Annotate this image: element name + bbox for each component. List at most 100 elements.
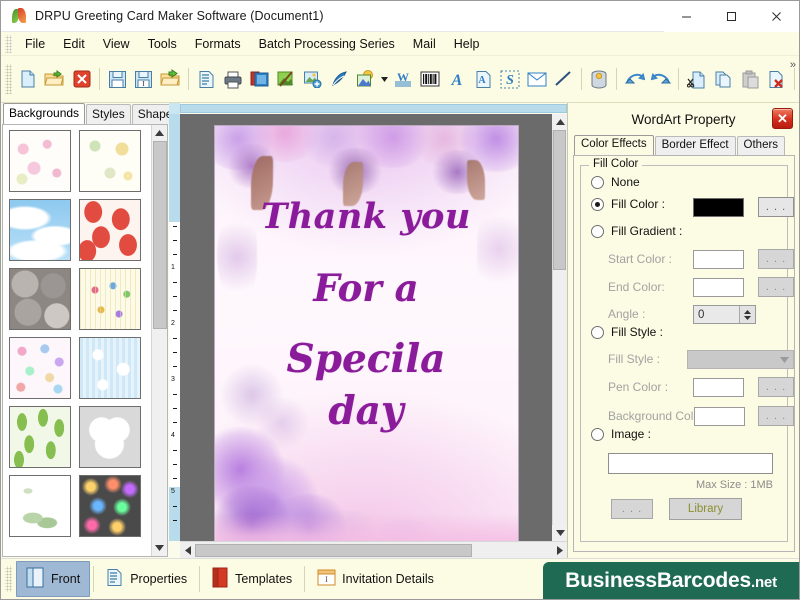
option-fill-gradient-row[interactable]: Fill Gradient :	[581, 224, 787, 238]
close-document-icon[interactable]	[68, 64, 95, 94]
insert-image-icon[interactable]	[299, 64, 326, 94]
text-tool-icon[interactable]: A	[443, 64, 470, 94]
background-baby-yellow-doodles[interactable]	[79, 130, 141, 192]
menu-help[interactable]: Help	[445, 34, 489, 54]
menu-formats[interactable]: Formats	[186, 34, 250, 54]
fill-color-swatch[interactable]	[693, 198, 744, 217]
menu-mail[interactable]: Mail	[404, 34, 445, 54]
text-file-icon[interactable]: A	[470, 64, 497, 94]
undo-icon[interactable]	[621, 64, 648, 94]
option-none-row[interactable]: None	[581, 175, 787, 189]
background-white-heart-flowers[interactable]	[79, 406, 141, 468]
canvas-hscroll-track[interactable]	[195, 543, 552, 558]
card-line-3[interactable]: Specila	[215, 336, 518, 382]
canvas-scroll-up-icon[interactable]	[552, 114, 568, 130]
canvas-scroll-thumb[interactable]	[553, 130, 566, 270]
background-strawberries[interactable]	[79, 199, 141, 261]
background-green-pine-trees[interactable]	[9, 406, 71, 468]
greeting-card[interactable]: Thank you For a Specila day	[214, 125, 519, 541]
save-as-icon[interactable]: I	[130, 64, 157, 94]
email-icon[interactable]	[523, 64, 550, 94]
scroll-thumb[interactable]	[153, 141, 167, 329]
minimize-button[interactable]	[664, 1, 709, 32]
option-fill-color-row[interactable]: Fill Color :	[581, 197, 787, 211]
cut-icon[interactable]	[683, 64, 710, 94]
radio-fill-color[interactable]	[591, 198, 604, 211]
card-layers-icon[interactable]	[246, 64, 273, 94]
footer-button-front[interactable]: Front	[16, 561, 90, 597]
fill-color-browse-button[interactable]: . . .	[758, 197, 794, 217]
card-line-2[interactable]: For a	[215, 266, 518, 310]
tab-others[interactable]: Others	[737, 136, 786, 155]
wordart-icon[interactable]: S	[497, 64, 524, 94]
print-icon[interactable]	[219, 64, 246, 94]
menu-file[interactable]: File	[16, 34, 54, 54]
save-icon[interactable]	[104, 64, 131, 94]
menu-drag-handle[interactable]	[5, 35, 12, 53]
shape-fill-icon[interactable]	[353, 64, 380, 94]
maximize-button[interactable]	[709, 1, 754, 32]
background-dark-fireworks[interactable]	[79, 475, 141, 537]
redo-icon[interactable]	[648, 64, 675, 94]
background-blue-clouds[interactable]	[9, 199, 71, 261]
menu-view[interactable]: View	[94, 34, 139, 54]
scroll-up-icon[interactable]	[152, 125, 168, 141]
canvas-horizontal-scrollbar[interactable]	[180, 541, 567, 558]
canvas-scroll-track[interactable]	[552, 130, 568, 525]
new-document-icon[interactable]	[15, 64, 42, 94]
export-folder-icon[interactable]	[157, 64, 184, 94]
image-browse-button[interactable]: . . .	[611, 499, 653, 519]
background-pastel-flowers[interactable]	[9, 337, 71, 399]
canvas-scroll-right-icon[interactable]	[552, 543, 567, 558]
menu-tools[interactable]: Tools	[139, 34, 186, 54]
scroll-down-icon[interactable]	[152, 540, 168, 556]
menu-edit[interactable]: Edit	[54, 34, 94, 54]
close-button[interactable]	[754, 1, 799, 32]
line-tool-icon[interactable]	[550, 64, 577, 94]
page-setup-icon[interactable]	[193, 64, 220, 94]
watermark-icon[interactable]: W	[390, 64, 417, 94]
toolbar-overflow-button[interactable]: »	[790, 59, 796, 71]
close-icon[interactable]: ✕	[772, 108, 793, 129]
canvas-hscroll-thumb[interactable]	[195, 544, 472, 557]
card-line-4[interactable]: day	[215, 388, 518, 434]
barcode-icon[interactable]	[417, 64, 444, 94]
paste-icon[interactable]	[737, 64, 764, 94]
image-path-input[interactable]	[608, 453, 773, 474]
scroll-track[interactable]	[152, 141, 168, 540]
card-line-1[interactable]: Thank you	[215, 196, 518, 237]
pen-tool-icon[interactable]	[326, 64, 353, 94]
background-blue-snowflakes[interactable]	[79, 337, 141, 399]
footer-button-properties[interactable]: Properties	[97, 563, 196, 595]
background-white-leaves[interactable]	[9, 475, 71, 537]
chevron-down-icon[interactable]	[379, 64, 390, 94]
footer-drag-handle[interactable]	[5, 566, 12, 592]
background-grey-stones[interactable]	[9, 268, 71, 330]
image-library-button[interactable]: Library	[669, 498, 742, 520]
design-view-icon[interactable]	[273, 64, 300, 94]
footer-button-invitation-details[interactable]: I Invitation Details	[308, 564, 443, 595]
option-fill-style-row[interactable]: Fill Style :	[581, 325, 787, 339]
tab-color-effects[interactable]: Color Effects	[574, 135, 654, 155]
database-icon[interactable]	[586, 64, 613, 94]
open-folder-icon[interactable]	[42, 64, 69, 94]
radio-fill-style[interactable]	[591, 326, 604, 339]
delete-icon[interactable]	[763, 64, 790, 94]
radio-fill-gradient[interactable]	[591, 225, 604, 238]
tab-backgrounds[interactable]: Backgrounds	[3, 103, 85, 124]
background-baby-pink-doodles[interactable]	[9, 130, 71, 192]
copy-icon[interactable]	[710, 64, 737, 94]
toolbar-drag-handle[interactable]	[5, 64, 12, 94]
canvas-scroll-left-icon[interactable]	[180, 543, 195, 558]
backgrounds-scrollbar[interactable]	[151, 125, 167, 556]
option-image-row[interactable]: Image :	[581, 427, 787, 441]
canvas-scroll-down-icon[interactable]	[552, 525, 568, 541]
canvas-vertical-scrollbar[interactable]	[552, 114, 567, 541]
design-canvas[interactable]: Thank you For a Specila day	[180, 114, 552, 541]
tab-styles[interactable]: Styles	[86, 104, 131, 124]
radio-none[interactable]	[591, 176, 604, 189]
footer-button-templates[interactable]: Templates	[203, 562, 301, 596]
menu-batch-processing-series[interactable]: Batch Processing Series	[250, 34, 404, 54]
radio-image[interactable]	[591, 428, 604, 441]
tab-border-effect[interactable]: Border Effect	[655, 136, 736, 155]
